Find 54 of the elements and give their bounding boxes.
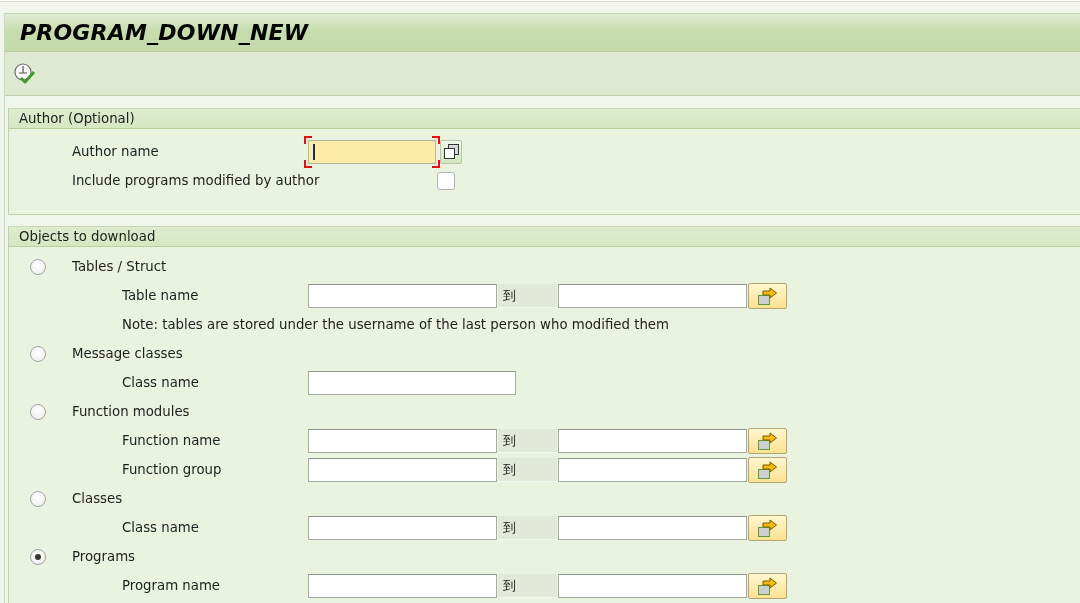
range-to-field[interactable]: [558, 573, 747, 598]
radio-label: Function modules: [72, 404, 190, 419]
checkbox[interactable]: [437, 171, 455, 190]
multiple-selection-button[interactable]: [748, 572, 787, 599]
arrow-icon: [756, 576, 779, 595]
radio-label: Message classes: [72, 346, 183, 361]
range-to-field[interactable]: [558, 283, 747, 308]
arrow-icon: [756, 518, 779, 537]
field-label: Class name: [122, 520, 199, 535]
arrow-icon: [756, 286, 779, 305]
arrow-icon: [756, 460, 779, 479]
range-to-field[interactable]: [558, 457, 747, 482]
radio-label: Classes: [72, 491, 123, 506]
range-from-field[interactable]: [308, 283, 497, 308]
note-text: Note: tables are stored under the username of the last person who modified them: [122, 317, 669, 332]
stacked-squares-icon: [443, 144, 459, 159]
execute-button[interactable]: [14, 62, 36, 85]
clock-check-icon: [14, 62, 36, 85]
multiple-selection-button[interactable]: [748, 514, 787, 541]
multiple-selection-button[interactable]: [748, 427, 787, 454]
field-label: Function name: [122, 433, 221, 448]
range-separator: 到: [498, 283, 557, 308]
range-separator: 到: [498, 457, 557, 482]
field-label: Author name: [72, 144, 159, 159]
group-title: Objects to download: [9, 226, 1080, 247]
range-separator: 到: [498, 573, 557, 598]
range-from-field[interactable]: [308, 573, 497, 598]
radio-button[interactable]: [30, 490, 46, 507]
radio-button[interactable]: [30, 548, 46, 565]
value-help-button[interactable]: [440, 139, 462, 164]
radio-label: Tables / Struct: [72, 259, 167, 274]
group-title: Author (Optional): [9, 108, 1080, 129]
range-from-field[interactable]: [308, 457, 497, 482]
input-field[interactable]: [308, 370, 516, 395]
field-label: Function group: [122, 462, 222, 477]
radio-button[interactable]: [30, 345, 46, 362]
text-cursor-icon: [313, 143, 315, 160]
range-to-field[interactable]: [558, 428, 747, 453]
field-label: Class name: [122, 375, 199, 390]
range-separator: 到: [498, 428, 557, 453]
radio-button[interactable]: [30, 403, 46, 420]
multiple-selection-button[interactable]: [748, 282, 787, 309]
field-label: Program name: [122, 578, 221, 593]
checkbox-label: Include programs modified by author: [72, 173, 320, 188]
range-from-field[interactable]: [308, 428, 497, 453]
range-to-field[interactable]: [558, 515, 747, 540]
range-separator: 到: [498, 515, 557, 540]
window-title: PROGRAM_DOWN_NEW: [20, 20, 309, 45]
radio-button[interactable]: [30, 258, 46, 275]
radio-label: Programs: [72, 549, 136, 564]
range-from-field[interactable]: [308, 515, 497, 540]
arrow-icon: [756, 431, 779, 450]
field-label: Table name: [122, 288, 199, 303]
multiple-selection-button[interactable]: [748, 456, 787, 483]
